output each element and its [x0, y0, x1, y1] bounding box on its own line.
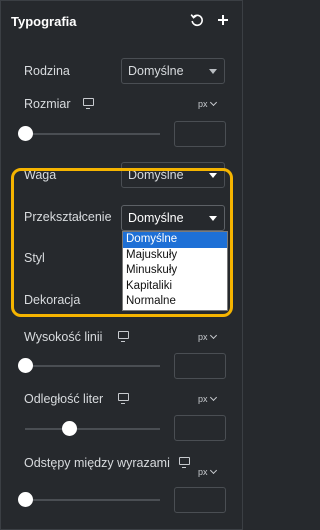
chevron-down-icon — [209, 216, 217, 221]
dropdown-option[interactable]: Minuskuły — [123, 263, 227, 279]
chevron-down-icon — [209, 98, 217, 107]
dropdown-option[interactable]: Domyślne — [123, 232, 227, 248]
chevron-down-icon — [209, 331, 217, 340]
transform-label: Przekształcenie — [24, 210, 112, 224]
responsive-monitor-icon[interactable] — [118, 331, 129, 342]
dropdown-option[interactable]: Majuskuły — [123, 248, 227, 264]
letter-spacing-label: Odległość liter — [24, 392, 104, 406]
reset-icon[interactable] — [186, 9, 208, 31]
word-spacing-unit-select[interactable]: px — [198, 466, 217, 477]
style-label: Styl — [24, 251, 45, 265]
line-height-input[interactable] — [174, 353, 226, 379]
size-input[interactable] — [174, 121, 226, 147]
line-height-slider-handle[interactable] — [18, 358, 33, 373]
letter-spacing-slider-track[interactable] — [25, 428, 160, 430]
word-spacing-slider-track[interactable] — [25, 499, 160, 501]
responsive-monitor-icon[interactable] — [179, 457, 190, 468]
chevron-down-icon — [209, 466, 217, 475]
line-height-label: Wysokość linii — [24, 330, 103, 344]
size-label: Rozmiar — [24, 97, 71, 111]
word-spacing-label: Odstępy między wyrazami — [24, 456, 170, 470]
family-select[interactable]: Domyślne — [121, 58, 225, 84]
transform-select-value: Domyślne — [128, 211, 184, 225]
family-select-value: Domyślne — [128, 64, 184, 78]
size-unit-select[interactable]: px — [198, 98, 217, 109]
plus-icon[interactable] — [212, 9, 234, 31]
line-height-unit-select[interactable]: px — [198, 331, 217, 342]
word-spacing-slider-handle[interactable] — [18, 492, 33, 507]
letter-spacing-slider-handle[interactable] — [62, 421, 77, 436]
size-slider-track[interactable] — [25, 133, 160, 135]
dropdown-option[interactable]: Normalne — [123, 294, 227, 310]
size-unit-value: px — [198, 99, 208, 109]
letter-spacing-input[interactable] — [174, 415, 226, 441]
line-height-unit-value: px — [198, 332, 208, 342]
word-spacing-unit-value: px — [198, 467, 208, 477]
letter-spacing-unit-select[interactable]: px — [198, 393, 217, 404]
family-label: Rodzina — [24, 64, 70, 78]
dropdown-option[interactable]: Kapitaliki — [123, 279, 227, 295]
transform-select[interactable]: Domyślne — [121, 205, 225, 231]
panel-title: Typografia — [11, 14, 77, 29]
word-spacing-input[interactable] — [174, 487, 226, 513]
typography-panel: Typografia Rodzina Domyślne Rozmiar px W… — [0, 0, 243, 530]
line-height-slider-track[interactable] — [25, 365, 160, 367]
chevron-down-icon — [209, 393, 217, 402]
size-slider-handle[interactable] — [18, 126, 33, 141]
responsive-monitor-icon[interactable] — [118, 393, 129, 404]
decoration-label: Dekoracja — [24, 293, 81, 307]
chevron-down-icon — [209, 69, 217, 74]
responsive-monitor-icon[interactable] — [83, 98, 94, 109]
transform-dropdown-list: Domyślne Majuskuły Minuskuły Kapitaliki … — [122, 231, 228, 311]
letter-spacing-unit-value: px — [198, 394, 208, 404]
